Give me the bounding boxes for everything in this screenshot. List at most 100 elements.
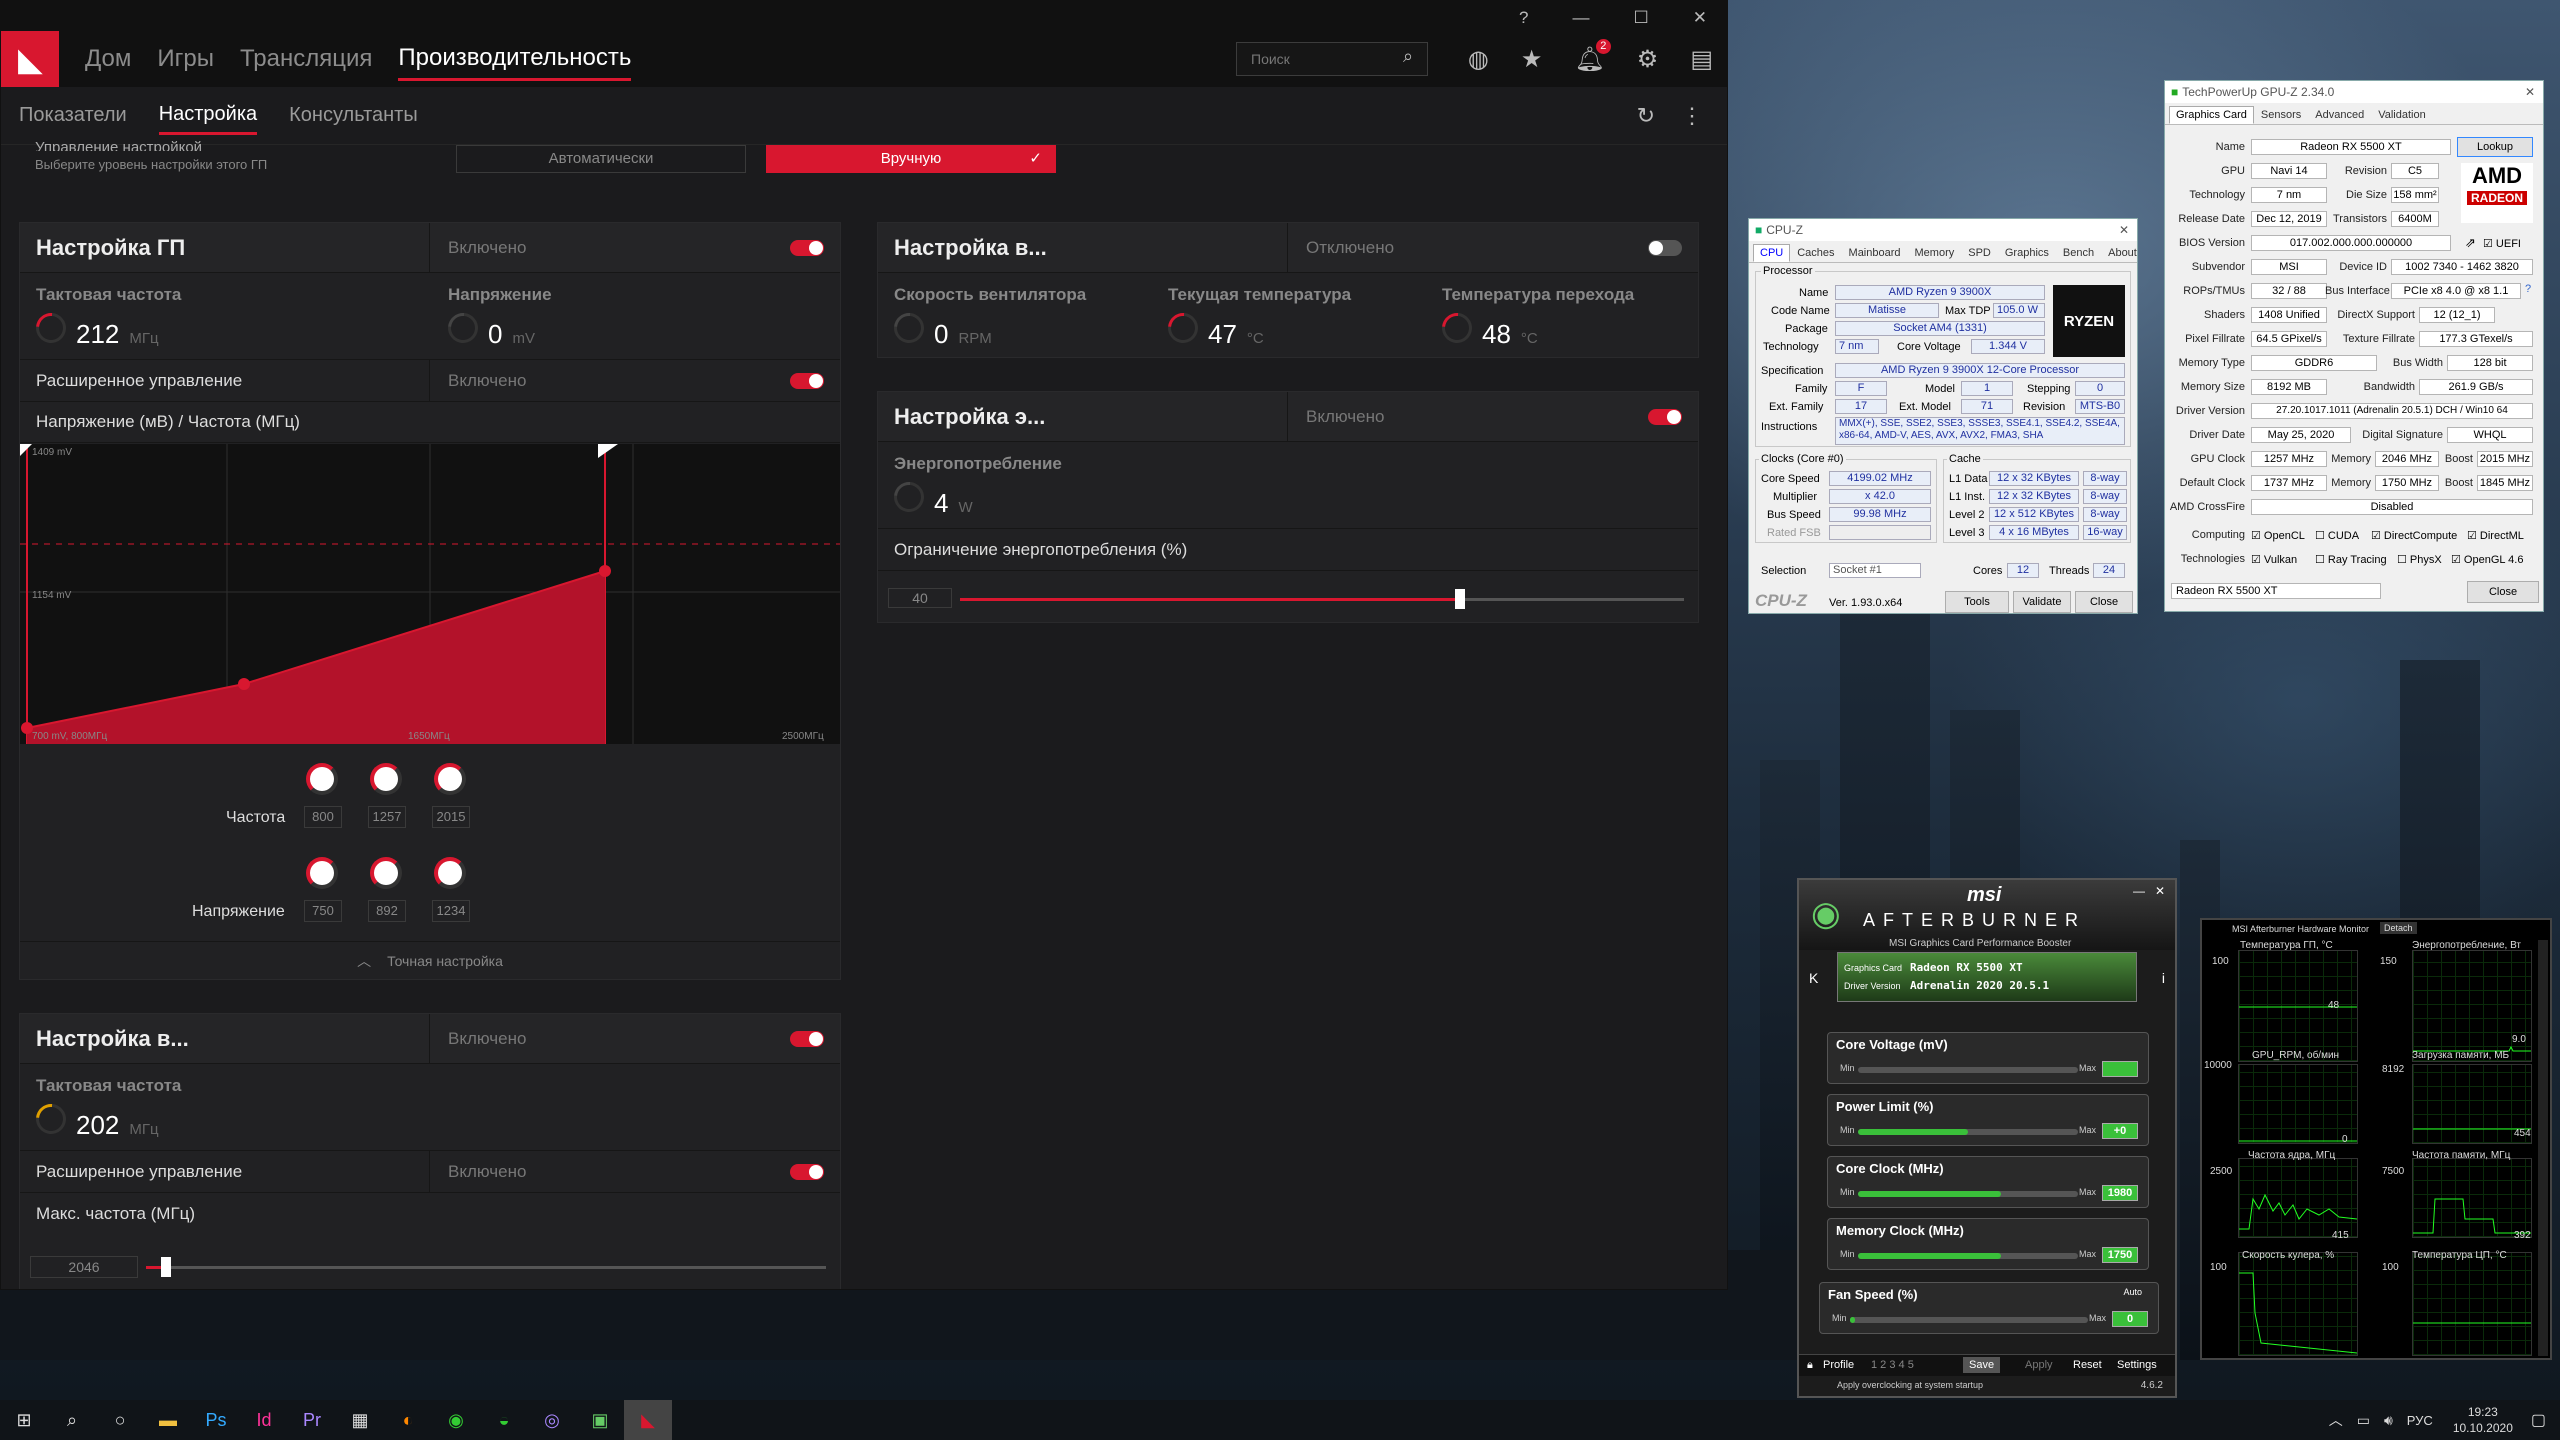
core-voltage-value[interactable] [2102, 1061, 2138, 1077]
cpuz-tab-bench[interactable]: Bench [2056, 244, 2101, 262]
power-limit-slider[interactable]: Power Limit (%) Min Max +0 [1827, 1094, 2149, 1146]
vram-max-value[interactable]: 2046 [30, 1256, 138, 1278]
more-icon[interactable]: ⋮ [1681, 103, 1703, 129]
lock-icon[interactable]: 🔒︎ [1807, 1359, 1813, 1372]
cpuz-tab-about[interactable]: About [2101, 244, 2144, 262]
vram-max-slider[interactable] [146, 1257, 826, 1277]
freq-knob-2[interactable] [370, 763, 402, 795]
premiere-icon[interactable]: Pr [288, 1400, 336, 1440]
app-taskbar-icon[interactable]: ◎ [528, 1400, 576, 1440]
gpuz-tab-card[interactable]: Graphics Card [2169, 106, 2254, 124]
search-icon[interactable]: ⌕ [1403, 46, 1413, 67]
cpuz-tab-graphics[interactable]: Graphics [1998, 244, 2056, 262]
xbox-icon[interactable]: ◉ [432, 1400, 480, 1440]
gpuz-tab-advanced[interactable]: Advanced [2308, 106, 2371, 124]
close-icon[interactable]: ✕ [2119, 223, 2129, 237]
bell-icon[interactable]: 🔔︎ 2 [1574, 39, 1611, 74]
cpuz-tab-mainboard[interactable]: Mainboard [1842, 244, 1908, 262]
save-button[interactable]: Save [1963, 1357, 2001, 1373]
memory-clock-value[interactable]: 1750 [2102, 1247, 2138, 1263]
task-view-icon[interactable]: ○ [96, 1400, 144, 1440]
volt-value-2[interactable]: 892 [368, 900, 406, 922]
power-limit-value[interactable]: +0 [2102, 1123, 2138, 1139]
core-clock-value[interactable]: 1980 [2102, 1185, 2138, 1201]
power-limit-value[interactable]: 40 [888, 588, 952, 608]
star-icon[interactable]: ★ [1521, 45, 1543, 74]
volt-knob-3[interactable] [434, 857, 466, 889]
freq-value-3[interactable]: 2015 [432, 806, 470, 828]
nav-games[interactable]: Игры [157, 39, 214, 79]
freq-knob-1[interactable] [306, 763, 338, 795]
file-explorer-icon[interactable]: ▬ [144, 1400, 192, 1440]
minimize-icon[interactable]: — [1573, 8, 1590, 28]
detach-button[interactable]: Detach [2380, 922, 2417, 934]
chevron-left-icon[interactable]: K [1809, 970, 1818, 986]
share-icon[interactable]: ⇗ [2465, 235, 2476, 251]
network-icon[interactable]: ▭ [2357, 1412, 2370, 1429]
amd-taskbar-icon[interactable]: ◣ [624, 1400, 672, 1440]
tab-metrics[interactable]: Показатели [19, 98, 127, 133]
volt-knob-2[interactable] [370, 857, 402, 889]
cpuz-close-button[interactable]: Close [2075, 591, 2133, 613]
core-voltage-slider[interactable]: Core Voltage (mV) Min Max [1827, 1032, 2149, 1084]
memory-clock-slider[interactable]: Memory Clock (MHz) Min Max 1750 [1827, 1218, 2149, 1270]
cpuz-taskbar-icon[interactable]: ▣ [576, 1400, 624, 1440]
indesign-icon[interactable]: Id [240, 1400, 288, 1440]
cpuz-tab-cpu[interactable]: CPU [1753, 244, 1791, 262]
close-icon[interactable]: ✕ [1693, 8, 1707, 28]
gpu-advanced-toggle[interactable] [790, 372, 824, 389]
gpuz-tab-validation[interactable]: Validation [2371, 106, 2433, 124]
settings-button[interactable]: Settings [2111, 1357, 2163, 1373]
search-icon[interactable]: ⌕ [48, 1400, 96, 1440]
firefox-icon[interactable]: ◐ [384, 1400, 432, 1440]
lookup-button[interactable]: Lookup [2457, 137, 2533, 157]
layout-icon[interactable]: ▤ [1690, 45, 1713, 74]
globe-icon[interactable]: ◍ [1468, 45, 1489, 74]
freq-value-1[interactable]: 800 [304, 806, 342, 828]
tray-chevron-icon[interactable]: ︿ [2329, 1410, 2343, 1430]
fan-speed-slider[interactable]: Fan Speed (%) Auto Min Max 0 [1819, 1282, 2159, 1334]
gpuz-tab-sensors[interactable]: Sensors [2254, 106, 2308, 124]
reset-icon[interactable]: ↻ [1637, 103, 1655, 129]
language-indicator[interactable]: РУС [2407, 1413, 2433, 1428]
power-limit-slider[interactable] [960, 589, 1684, 609]
tools-button[interactable]: Tools [1945, 591, 2009, 613]
amd-logo[interactable]: ◣ [1, 31, 59, 89]
start-button[interactable]: ⊞ [0, 1400, 48, 1440]
maximize-icon[interactable]: ☐ [1634, 8, 1649, 28]
gear-icon[interactable]: ⚙ [1637, 45, 1659, 74]
fine-tuning-toggle[interactable]: ︿ Точная настройка [20, 941, 840, 979]
reset-button[interactable]: Reset [2067, 1357, 2108, 1373]
tab-advisors[interactable]: Консультанты [289, 98, 418, 133]
close-icon[interactable]: ✕ [2525, 85, 2535, 99]
cpuz-tab-spd[interactable]: SPD [1961, 244, 1998, 262]
help-icon[interactable]: ? [1519, 8, 1528, 28]
gpu-tuning-toggle[interactable] [790, 239, 824, 256]
gpu-select-dropdown[interactable]: Radeon RX 5500 XT [2171, 583, 2381, 599]
validate-button[interactable]: Validate [2013, 591, 2071, 613]
fan-tuning-toggle[interactable] [1648, 239, 1682, 256]
power-slider-thumb[interactable] [1455, 589, 1465, 609]
help-icon[interactable]: ? [2525, 283, 2531, 295]
freq-knob-3[interactable] [434, 763, 466, 795]
nav-home[interactable]: Дом [85, 39, 131, 79]
auto-button[interactable]: Автоматически [456, 145, 746, 173]
power-tuning-toggle[interactable] [1648, 408, 1682, 425]
apply-button[interactable]: Apply [2019, 1357, 2059, 1373]
fan-speed-value[interactable]: 0 [2112, 1311, 2148, 1327]
fan-auto-label[interactable]: Auto [2123, 1287, 2142, 1297]
photoshop-icon[interactable]: Ps [192, 1400, 240, 1440]
gpuz-close-button[interactable]: Close [2467, 581, 2539, 603]
notifications-icon[interactable]: ▢ [2531, 1410, 2546, 1430]
minimize-icon[interactable]: — [2133, 884, 2145, 898]
gpuz-taskbar-icon[interactable]: ◒ [480, 1400, 528, 1440]
vram-advanced-toggle[interactable] [790, 1163, 824, 1180]
close-icon[interactable]: ✕ [2155, 884, 2165, 898]
volume-icon[interactable]: 🔊︎ [2384, 1412, 2393, 1429]
search-input[interactable]: Поиск [1236, 42, 1428, 76]
clock[interactable]: 19:23 10.10.2020 [2453, 1404, 2513, 1436]
tab-tuning[interactable]: Настройка [158, 97, 258, 135]
calculator-icon[interactable]: ▦ [336, 1400, 384, 1440]
info-icon[interactable]: i [2162, 970, 2165, 986]
monitor-scrollbar[interactable] [2538, 940, 2548, 1356]
